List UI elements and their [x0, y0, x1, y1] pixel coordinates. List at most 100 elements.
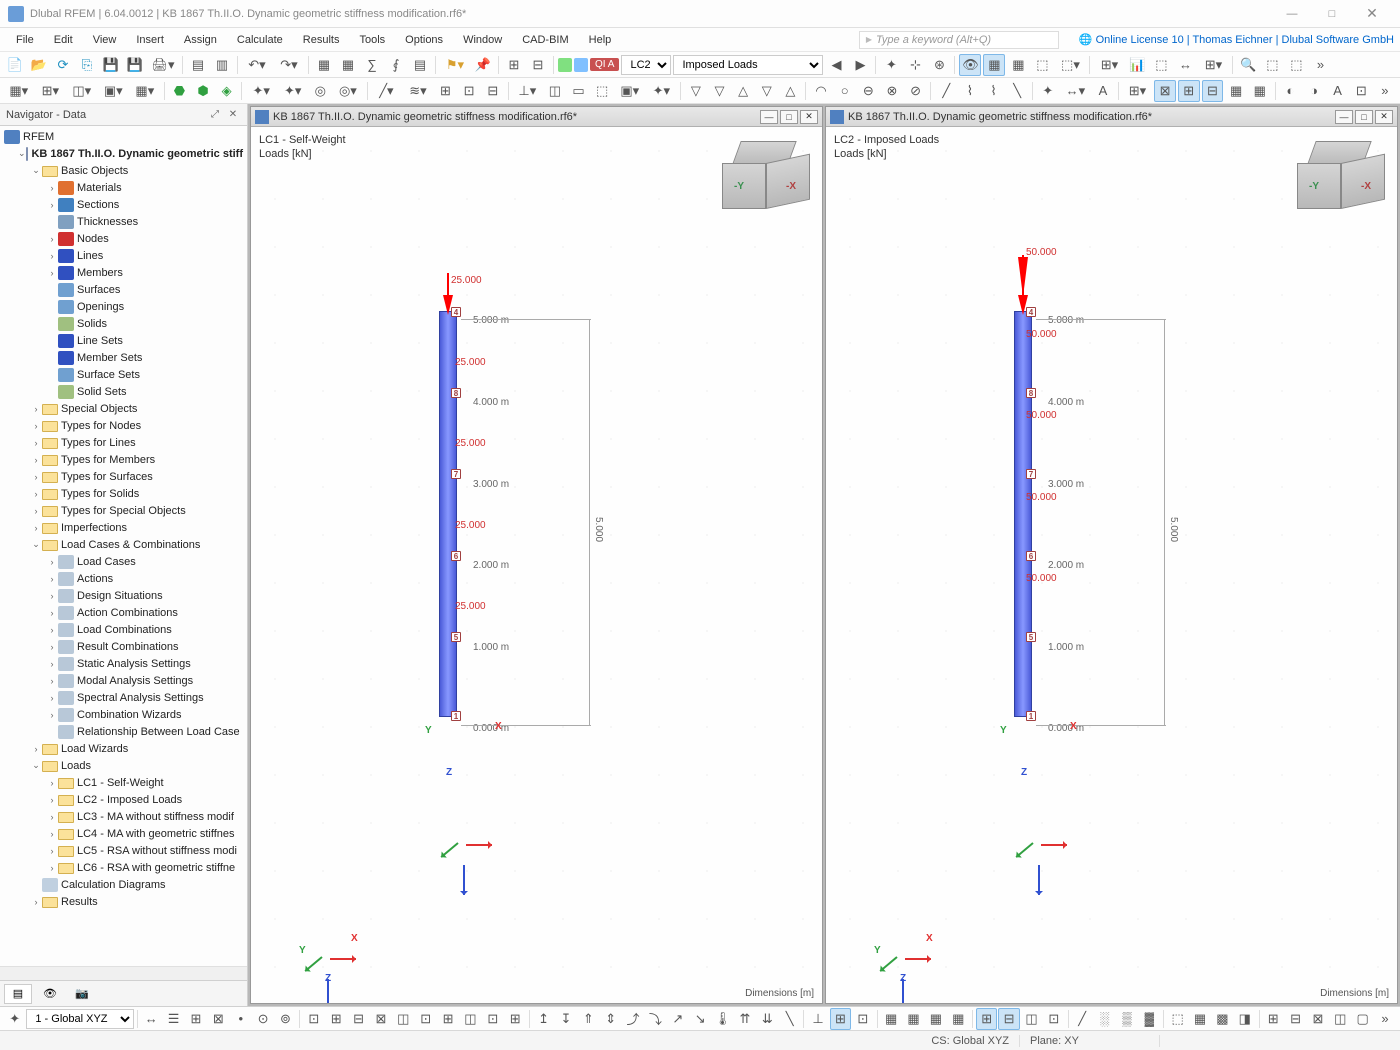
bt-c3-icon[interactable]: ⊡	[852, 1008, 873, 1030]
t2-xyz2-icon[interactable]: ✦▾	[278, 80, 308, 102]
close-button[interactable]: ✕	[1352, 3, 1392, 25]
t2-ln5-icon[interactable]: ⊟	[482, 80, 504, 102]
t2-5-icon[interactable]: ▦▾	[130, 80, 160, 102]
vp-close-icon[interactable]: ✕	[800, 110, 818, 124]
bt-a10-icon[interactable]: ⇈	[734, 1008, 755, 1030]
refresh-icon[interactable]: ⟳	[52, 54, 74, 76]
navigation-cube[interactable]: -Y-X	[1295, 141, 1383, 213]
tree-item[interactable]: Member Sets	[0, 349, 247, 366]
tree-item[interactable]: ›Members	[0, 264, 247, 281]
model-column[interactable]	[1014, 311, 1032, 717]
save-icon[interactable]: 💾	[100, 54, 122, 76]
t2-ln4-icon[interactable]: ⊡	[458, 80, 480, 102]
bt-s2-icon[interactable]: ░	[1094, 1008, 1115, 1030]
bt-r1-icon[interactable]: ⬚	[1167, 1008, 1188, 1030]
bt9-icon[interactable]: ⊞	[326, 1008, 347, 1030]
t2-m3-icon[interactable]: ⊞	[1178, 80, 1200, 102]
tree-item[interactable]: ›Design Situations	[0, 587, 247, 604]
navigator-header[interactable]: Navigator - Data ⤢ ✕	[0, 104, 247, 126]
bt6-icon[interactable]: ⊙	[252, 1008, 273, 1030]
bt-w4-icon[interactable]: ◫	[1330, 1008, 1351, 1030]
t2-m1-icon[interactable]: ⊞▾	[1123, 80, 1153, 102]
box1-icon[interactable]: ⬚	[1261, 54, 1283, 76]
bt-s4-icon[interactable]: ▓	[1139, 1008, 1160, 1030]
bt1-icon[interactable]: ↔	[141, 1008, 162, 1030]
fx-icon[interactable]: ⨐	[385, 54, 407, 76]
bt-v3-icon[interactable]: ▦	[925, 1008, 946, 1030]
t2-cs-icon[interactable]: ✦	[1037, 80, 1059, 102]
t2-m4-icon[interactable]: ⊟	[1202, 80, 1224, 102]
t2-e2-icon[interactable]: ⌇	[959, 80, 981, 102]
tree-item[interactable]: ›Actions	[0, 570, 247, 587]
redo-icon[interactable]: ↷▾	[274, 54, 304, 76]
viewport-right-canvas[interactable]: LC2 - Imposed Loads Loads [kN] -Y-X 50.0…	[826, 127, 1397, 1003]
doc2-icon[interactable]: ▥	[211, 54, 233, 76]
new-icon[interactable]: 📄	[4, 54, 26, 76]
misc1-icon[interactable]: ✦	[880, 54, 902, 76]
viewport-right-title[interactable]: KB 1867 Th.II.O. Dynamic geometric stiff…	[826, 107, 1397, 127]
t2-m6-icon[interactable]: ▦	[1249, 80, 1271, 102]
tree-item[interactable]: ›LC5 - RSA without stiffness modi	[0, 842, 247, 859]
tree-item[interactable]: ›Types for Special Objects	[0, 502, 247, 519]
bt13-icon[interactable]: ⊡	[415, 1008, 436, 1030]
minimize-button[interactable]: —	[1272, 3, 1312, 25]
bt14-icon[interactable]: ⊞	[437, 1008, 458, 1030]
nav-tab-display[interactable]: 👁	[36, 984, 64, 1004]
t2-s2-icon[interactable]: ▭	[568, 80, 590, 102]
tree-item[interactable]: Solid Sets	[0, 383, 247, 400]
t2-3-icon[interactable]: ◫▾	[67, 80, 97, 102]
bt-a6-icon[interactable]: ⤵	[645, 1008, 666, 1030]
menu-edit[interactable]: Edit	[44, 31, 83, 49]
tree-item[interactable]: ›Sections	[0, 196, 247, 213]
t2-ln2-icon[interactable]: ≋▾	[403, 80, 433, 102]
bt-g2-icon[interactable]: ⊟	[998, 1008, 1019, 1030]
bt-s3-icon[interactable]: ▒	[1116, 1008, 1137, 1030]
tree-item[interactable]: ›Modal Analysis Settings	[0, 672, 247, 689]
tree-item[interactable]: Surface Sets	[0, 366, 247, 383]
t2-4-icon[interactable]: ▣▾	[99, 80, 129, 102]
axis-triad[interactable]: X Y Z	[874, 921, 934, 981]
menu-cadbim[interactable]: CAD-BIM	[512, 31, 578, 49]
t2-m5-icon[interactable]: ▦	[1225, 80, 1247, 102]
bt-a4-icon[interactable]: ⇕	[600, 1008, 621, 1030]
bt5-icon[interactable]: •	[230, 1008, 251, 1030]
bt10-icon[interactable]: ⊟	[348, 1008, 369, 1030]
t2-o1-icon[interactable]: ◎	[310, 80, 332, 102]
nav-tab-views[interactable]: 📷	[68, 984, 96, 1004]
bt-g1-icon[interactable]: ⊞	[976, 1008, 997, 1030]
bt-a2-icon[interactable]: ↧	[555, 1008, 576, 1030]
bt-r3-icon[interactable]: ▩	[1212, 1008, 1233, 1030]
bt-a3-icon[interactable]: ⇑	[578, 1008, 599, 1030]
tree-item[interactable]: Relationship Between Load Case	[0, 723, 247, 740]
nav-scroll-horizontal[interactable]	[0, 966, 247, 980]
bt-w2-icon[interactable]: ⊟	[1285, 1008, 1306, 1030]
menu-results[interactable]: Results	[293, 31, 350, 49]
t2-2-icon[interactable]: ⊞▾	[36, 80, 66, 102]
navigation-cube[interactable]: -Y-X	[720, 141, 808, 213]
navigator-tree[interactable]: RFEM ⌄KB 1867 Th.II.O. Dynamic geometric…	[0, 126, 247, 966]
search-icon[interactable]: 🔍	[1237, 54, 1259, 76]
tree-item[interactable]: Surfaces	[0, 281, 247, 298]
tree-item[interactable]: ›Result Combinations	[0, 638, 247, 655]
viewport-left-canvas[interactable]: LC1 - Self-Weight Loads [kN] -Y-X 25.000…	[251, 127, 822, 1003]
t2-sup4-icon[interactable]: ▽	[756, 80, 778, 102]
bt-more-icon[interactable]: »	[1374, 1008, 1395, 1030]
tree-item[interactable]: ›Static Analysis Settings	[0, 655, 247, 672]
t2-node-icon[interactable]: ⬣	[169, 80, 191, 102]
bt-a8-icon[interactable]: ↘	[689, 1008, 710, 1030]
vp-min-icon[interactable]: —	[760, 110, 778, 124]
tree-item[interactable]: ›Action Combinations	[0, 604, 247, 621]
cs-select[interactable]: 1 - Global XYZ	[26, 1009, 133, 1029]
t2-h3-icon[interactable]: ⊖	[858, 80, 880, 102]
menu-tools[interactable]: Tools	[349, 31, 395, 49]
chart-icon[interactable]: 📊	[1126, 54, 1148, 76]
bt-v4-icon[interactable]: ▦	[948, 1008, 969, 1030]
t2-e4-icon[interactable]: ╲	[1006, 80, 1028, 102]
tree-item[interactable]: ›Materials	[0, 179, 247, 196]
doc1-icon[interactable]: ▤	[187, 54, 209, 76]
loadcase-name-select[interactable]: Imposed Loads	[673, 55, 823, 75]
bt-s1-icon[interactable]: ╱	[1072, 1008, 1093, 1030]
copy-icon[interactable]: ⎘	[76, 54, 98, 76]
t2-xyz1-icon[interactable]: ✦▾	[246, 80, 276, 102]
t2-d1-icon[interactable]: ↔▾	[1061, 80, 1091, 102]
